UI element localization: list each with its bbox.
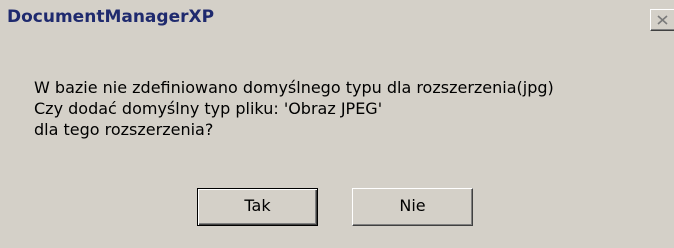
message-line-2: Czy dodać domyślny typ pliku: 'Obraz JPE… [34, 99, 383, 118]
message-line-1: W bazie nie zdefiniowano domyślnego typu… [34, 78, 554, 97]
window-title: DocumentManagerXP [7, 7, 215, 27]
dialog-window: DocumentManagerXP W bazie nie zdefiniowa… [0, 0, 674, 248]
message-line-3: dla tego rozszerzenia? [34, 120, 214, 139]
close-button[interactable] [650, 9, 674, 31]
title-bar[interactable]: DocumentManagerXP [0, 0, 674, 38]
close-icon [657, 15, 668, 25]
dialog-message: W bazie nie zdefiniowano domyślnego typu… [34, 77, 554, 140]
yes-button[interactable]: Tak [197, 188, 318, 226]
no-button[interactable]: Nie [352, 188, 473, 226]
